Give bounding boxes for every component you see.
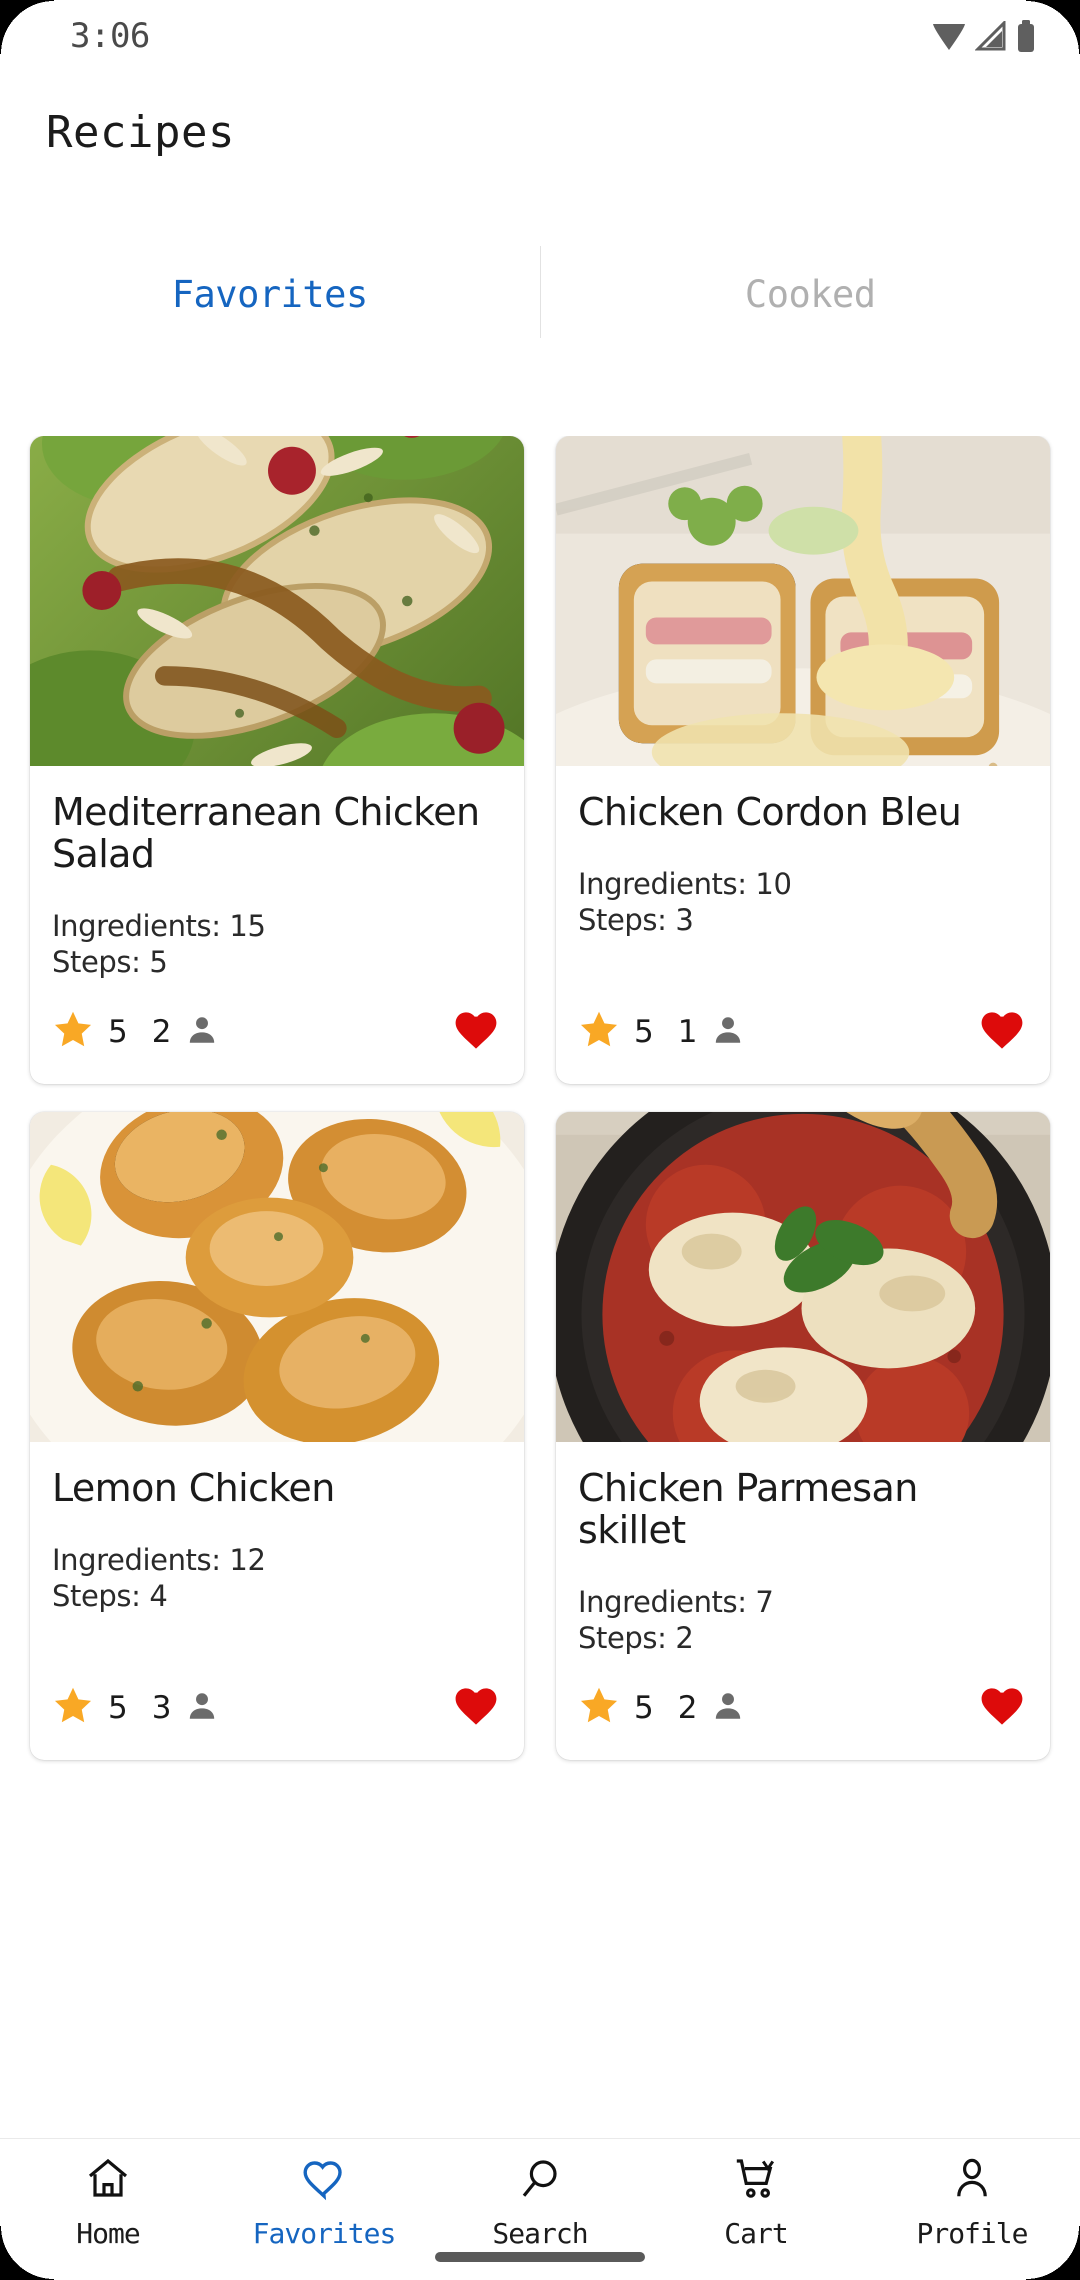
recipe-title: Chicken Cordon Bleu: [578, 790, 962, 834]
heart-outline-icon: [300, 2155, 348, 2207]
person-icon: [711, 1689, 745, 1727]
recipe-photo-chicken-parmesan-skillet: [556, 1112, 1050, 1443]
recipe-photo-lemon-chicken: [30, 1112, 524, 1443]
recipe-steps: Steps: 3: [578, 903, 694, 938]
star-icon: [52, 1685, 94, 1731]
recipe-title: Lemon Chicken: [52, 1466, 335, 1511]
rating-group: 5 2: [578, 1685, 745, 1731]
nav-label-profile: Profile: [916, 2217, 1028, 2250]
rating-value: 5: [634, 1014, 654, 1051]
recipe-grid: Mediterranean Chicken Salad Ingredients:…: [0, 436, 1080, 1761]
person-icon: [711, 1013, 745, 1051]
rating-group: 5 3: [52, 1685, 219, 1731]
recipe-card[interactable]: Chicken Parmesan skillet Ingredients: 7 …: [556, 1112, 1050, 1761]
recipe-photo-mediterranean-chicken-salad: [30, 436, 524, 766]
favorite-heart-button[interactable]: [978, 1006, 1026, 1058]
favorite-heart-button[interactable]: [452, 1006, 500, 1058]
recipe-title: Mediterranean Chicken Salad: [52, 790, 480, 876]
nav-item-search[interactable]: Search: [432, 2155, 648, 2250]
cellular-signal-icon: [975, 21, 1007, 51]
tab-favorites-label: Favorites: [171, 272, 368, 316]
recipe-list-scroll[interactable]: Mediterranean Chicken Salad Ingredients:…: [0, 436, 1080, 2138]
nav-item-profile[interactable]: Profile: [864, 2155, 1080, 2250]
tab-cooked[interactable]: Cooked: [541, 240, 1080, 348]
page-title: Recipes: [46, 106, 235, 158]
rating-value: 5: [108, 1014, 128, 1051]
recipe-card-footer: 5 1: [556, 980, 1050, 1084]
nav-label-home: Home: [76, 2217, 140, 2250]
recipe-card[interactable]: Chicken Cordon Bleu Ingredients: 10 Step…: [556, 436, 1050, 1085]
nav-item-cart[interactable]: Cart: [648, 2155, 864, 2250]
tab-cooked-label: Cooked: [744, 272, 876, 316]
recipe-card-body: Chicken Cordon Bleu Ingredients: 10 Step…: [556, 766, 1050, 980]
profile-icon: [948, 2155, 996, 2207]
recipe-photo-chicken-cordon-bleu: [556, 436, 1050, 766]
nav-label-favorites: Favorites: [252, 2217, 397, 2250]
rating-count: 2: [151, 1014, 172, 1051]
rating-group: 5 2: [52, 1009, 219, 1055]
rating-value: 5: [634, 1690, 654, 1727]
recipe-ingredients: Ingredients: 12: [52, 1542, 266, 1577]
star-icon: [52, 1009, 94, 1055]
cart-icon: [732, 2155, 780, 2207]
rating-count: 1: [677, 1014, 698, 1051]
recipe-steps: Steps: 4: [52, 1579, 168, 1614]
rating-count: 2: [677, 1690, 698, 1727]
recipe-card-body: Mediterranean Chicken Salad Ingredients:…: [30, 766, 524, 980]
favorite-heart-button[interactable]: [452, 1682, 500, 1734]
rating-count: 3: [151, 1690, 172, 1727]
star-icon: [578, 1685, 620, 1731]
nav-label-search: Search: [492, 2217, 588, 2250]
status-icon-group: [932, 20, 1036, 52]
person-icon: [185, 1013, 219, 1051]
recipe-ingredients: Ingredients: 10: [578, 866, 792, 901]
recipe-ingredients: Ingredients: 7: [578, 1584, 774, 1619]
home-icon: [84, 2155, 132, 2207]
app-bar: Recipes: [0, 72, 1080, 192]
recipe-ingredients: Ingredients: 15: [52, 908, 266, 943]
recipe-card-footer: 5 3: [30, 1656, 524, 1760]
star-icon: [578, 1009, 620, 1055]
recipe-card-body: Chicken Parmesan skillet Ingredients: 7 …: [556, 1442, 1050, 1656]
nav-item-favorites[interactable]: Favorites: [216, 2155, 432, 2250]
recipe-card-footer: 5 2: [30, 980, 524, 1084]
recipe-steps: Steps: 5: [52, 944, 168, 979]
nav-item-home[interactable]: Home: [0, 2155, 216, 2250]
nav-label-cart: Cart: [724, 2217, 788, 2250]
home-indicator[interactable]: [435, 2252, 645, 2262]
rating-group: 5 1: [578, 1009, 745, 1055]
recipe-title: Chicken Parmesan skillet: [578, 1466, 918, 1552]
search-icon: [516, 2155, 564, 2207]
recipe-card-body: Lemon Chicken Ingredients: 12 Steps: 4: [30, 1442, 524, 1656]
recipe-steps: Steps: 2: [578, 1620, 694, 1655]
tab-favorites[interactable]: Favorites: [0, 240, 540, 348]
recipe-card[interactable]: Mediterranean Chicken Salad Ingredients:…: [30, 436, 524, 1085]
favorite-heart-button[interactable]: [978, 1682, 1026, 1734]
tab-bar: Favorites Cooked: [0, 240, 1080, 348]
wifi-icon: [932, 21, 966, 51]
person-icon: [185, 1689, 219, 1727]
status-bar: 3:06: [0, 0, 1080, 72]
rating-value: 5: [108, 1690, 128, 1727]
app-screen: 3:06 Recipes Favorites Cooked Mediterran…: [0, 0, 1080, 2280]
recipe-card[interactable]: Lemon Chicken Ingredients: 12 Steps: 4 5…: [30, 1112, 524, 1761]
recipe-card-footer: 5 2: [556, 1656, 1050, 1760]
battery-icon: [1016, 20, 1036, 52]
status-time: 3:06: [70, 16, 150, 56]
